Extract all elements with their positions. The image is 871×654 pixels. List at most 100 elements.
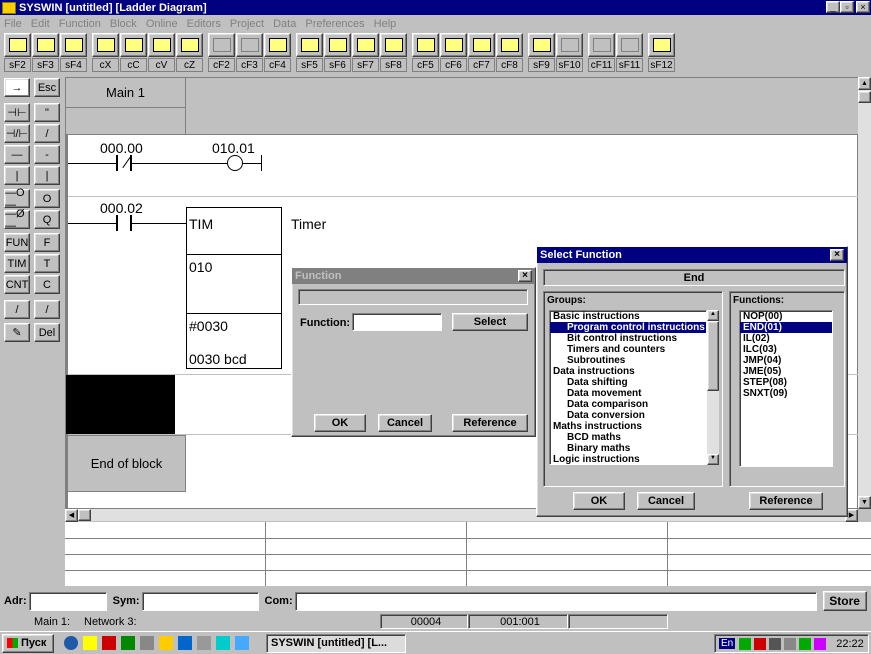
close-button[interactable]: × xyxy=(856,1,870,13)
program-icon[interactable] xyxy=(616,33,643,57)
group-item[interactable]: Timers and counters xyxy=(550,344,706,355)
palette-coil-icon[interactable]: —O— xyxy=(4,187,30,211)
key-sf7[interactable]: sF7 xyxy=(352,58,379,72)
group-item[interactable]: Data conversion xyxy=(550,410,706,421)
app-icon-lightblue[interactable] xyxy=(235,636,249,650)
function-item[interactable]: IL(02) xyxy=(740,333,832,344)
key-sf10[interactable]: sF10 xyxy=(556,58,583,72)
function-item[interactable]: END(01) xyxy=(740,322,832,333)
tray-icon[interactable] xyxy=(739,637,752,650)
ladder-icon[interactable] xyxy=(412,33,439,57)
tray-icon[interactable] xyxy=(814,637,827,650)
palette-key-escape[interactable]: Esc xyxy=(34,78,60,97)
net-check-icon[interactable] xyxy=(380,33,407,57)
print-icon[interactable] xyxy=(60,33,87,57)
maximize-button[interactable]: ▫ xyxy=(840,1,854,13)
start-button[interactable]: Пуск xyxy=(2,633,54,653)
transfer-icon[interactable] xyxy=(556,33,583,57)
rung1-coil[interactable] xyxy=(227,155,243,171)
group-item[interactable]: Data comparison xyxy=(550,399,706,410)
app-icon-blue[interactable] xyxy=(178,636,192,650)
key-cf6[interactable]: cF6 xyxy=(440,58,467,72)
group-item[interactable]: Maths instructions xyxy=(550,421,706,432)
key-sf3[interactable]: sF3 xyxy=(32,58,59,72)
paste-icon[interactable] xyxy=(148,33,175,57)
function-item[interactable]: JME(05) xyxy=(740,366,832,377)
key-cf3[interactable]: cF3 xyxy=(236,58,263,72)
minimize-button[interactable]: _ xyxy=(826,1,840,13)
key-sf2[interactable]: sF2 xyxy=(4,58,31,72)
menu-data[interactable]: Data xyxy=(273,18,296,30)
scroll-thumb[interactable] xyxy=(858,91,871,103)
online-icon[interactable] xyxy=(588,33,615,57)
key-sf6[interactable]: sF6 xyxy=(324,58,351,72)
group-item[interactable]: Data movement xyxy=(550,388,706,399)
palette-key-slash2[interactable]: / xyxy=(34,300,60,319)
adr-input[interactable] xyxy=(28,591,107,611)
key-sf8[interactable]: sF8 xyxy=(380,58,407,72)
select-ok-button[interactable]: OK xyxy=(573,492,625,510)
key-cx[interactable]: cX xyxy=(92,58,119,72)
palette-counter-icon[interactable]: CNT xyxy=(4,275,30,294)
key-cf8[interactable]: cF8 xyxy=(496,58,523,72)
lo-out-icon[interactable] xyxy=(496,33,523,57)
key-cf5[interactable]: cF5 xyxy=(412,58,439,72)
key-sf11[interactable]: sF11 xyxy=(616,58,643,72)
palette-v-line-icon[interactable]: | xyxy=(4,166,30,185)
undo-icon[interactable] xyxy=(176,33,203,57)
ie-icon[interactable] xyxy=(64,636,78,650)
function-ok-button[interactable]: OK xyxy=(314,414,366,432)
rung1-nc-contact[interactable] xyxy=(116,155,132,171)
key-sf4[interactable]: sF4 xyxy=(60,58,87,72)
group-item[interactable]: Basic instructions xyxy=(550,311,706,322)
vertical-scrollbar[interactable]: ▲ ▼ xyxy=(858,77,871,509)
palette-key-dash[interactable]: - xyxy=(34,145,60,164)
menu-edit[interactable]: Edit xyxy=(31,18,50,30)
desktop-icon[interactable] xyxy=(140,636,154,650)
palette-key-t[interactable]: T xyxy=(34,254,60,273)
function-item[interactable]: STEP(08) xyxy=(740,377,832,388)
key-sf12[interactable]: sF12 xyxy=(648,58,675,72)
net-insert-icon[interactable] xyxy=(296,33,323,57)
palette-key-quote[interactable]: " xyxy=(34,103,60,122)
app-icon-red[interactable] xyxy=(102,636,116,650)
tray-icon[interactable] xyxy=(784,637,797,650)
block-icon[interactable] xyxy=(264,33,291,57)
tray-icon[interactable] xyxy=(799,637,812,650)
scroll-left-icon[interactable]: ◀ xyxy=(65,509,78,522)
folder-icon[interactable] xyxy=(159,636,173,650)
key-cf7[interactable]: cF7 xyxy=(468,58,495,72)
net-goto-icon[interactable] xyxy=(324,33,351,57)
menu-project[interactable]: Project xyxy=(230,18,264,30)
menu-editors[interactable]: Editors xyxy=(187,18,221,30)
edit-cursor[interactable] xyxy=(66,375,175,434)
hscroll-thumb[interactable] xyxy=(78,509,91,521)
scroll-down-icon[interactable]: ▼ xyxy=(858,496,871,509)
menu-file[interactable]: File xyxy=(4,18,22,30)
function-input[interactable] xyxy=(352,313,442,331)
io-grid[interactable] xyxy=(65,522,871,586)
tray-icon[interactable] xyxy=(754,637,767,650)
palette-key-delete[interactable]: Del xyxy=(34,323,60,342)
key-cz[interactable]: cZ xyxy=(176,58,203,72)
group-item[interactable]: Data shifting xyxy=(550,377,706,388)
pc-setup-icon[interactable] xyxy=(468,33,495,57)
groups-scrollbar[interactable]: ▲ ▼ xyxy=(707,310,719,465)
groups-list[interactable]: Basic instructions Program control instru… xyxy=(549,310,707,465)
explorer-icon[interactable] xyxy=(83,636,97,650)
app-icon-cyan[interactable] xyxy=(216,636,230,650)
save-icon[interactable] xyxy=(32,33,59,57)
groups-scroll-down-icon[interactable]: ▼ xyxy=(707,454,719,465)
select-button[interactable]: Select xyxy=(452,313,528,331)
function-item[interactable]: SNXT(09) xyxy=(740,388,832,399)
palette-key-c[interactable]: C xyxy=(34,275,60,294)
palette-key-o[interactable]: O xyxy=(34,189,60,208)
palette-pointer-icon[interactable]: → xyxy=(4,78,30,97)
io-table-icon[interactable] xyxy=(440,33,467,57)
function-item[interactable]: JMP(04) xyxy=(740,355,832,366)
bits-icon[interactable] xyxy=(208,33,235,57)
menu-preferences[interactable]: Preferences xyxy=(305,18,364,30)
group-item[interactable]: Logic instructions xyxy=(550,454,706,464)
key-sf9[interactable]: sF9 xyxy=(528,58,555,72)
key-cf11[interactable]: cF11 xyxy=(588,58,615,72)
